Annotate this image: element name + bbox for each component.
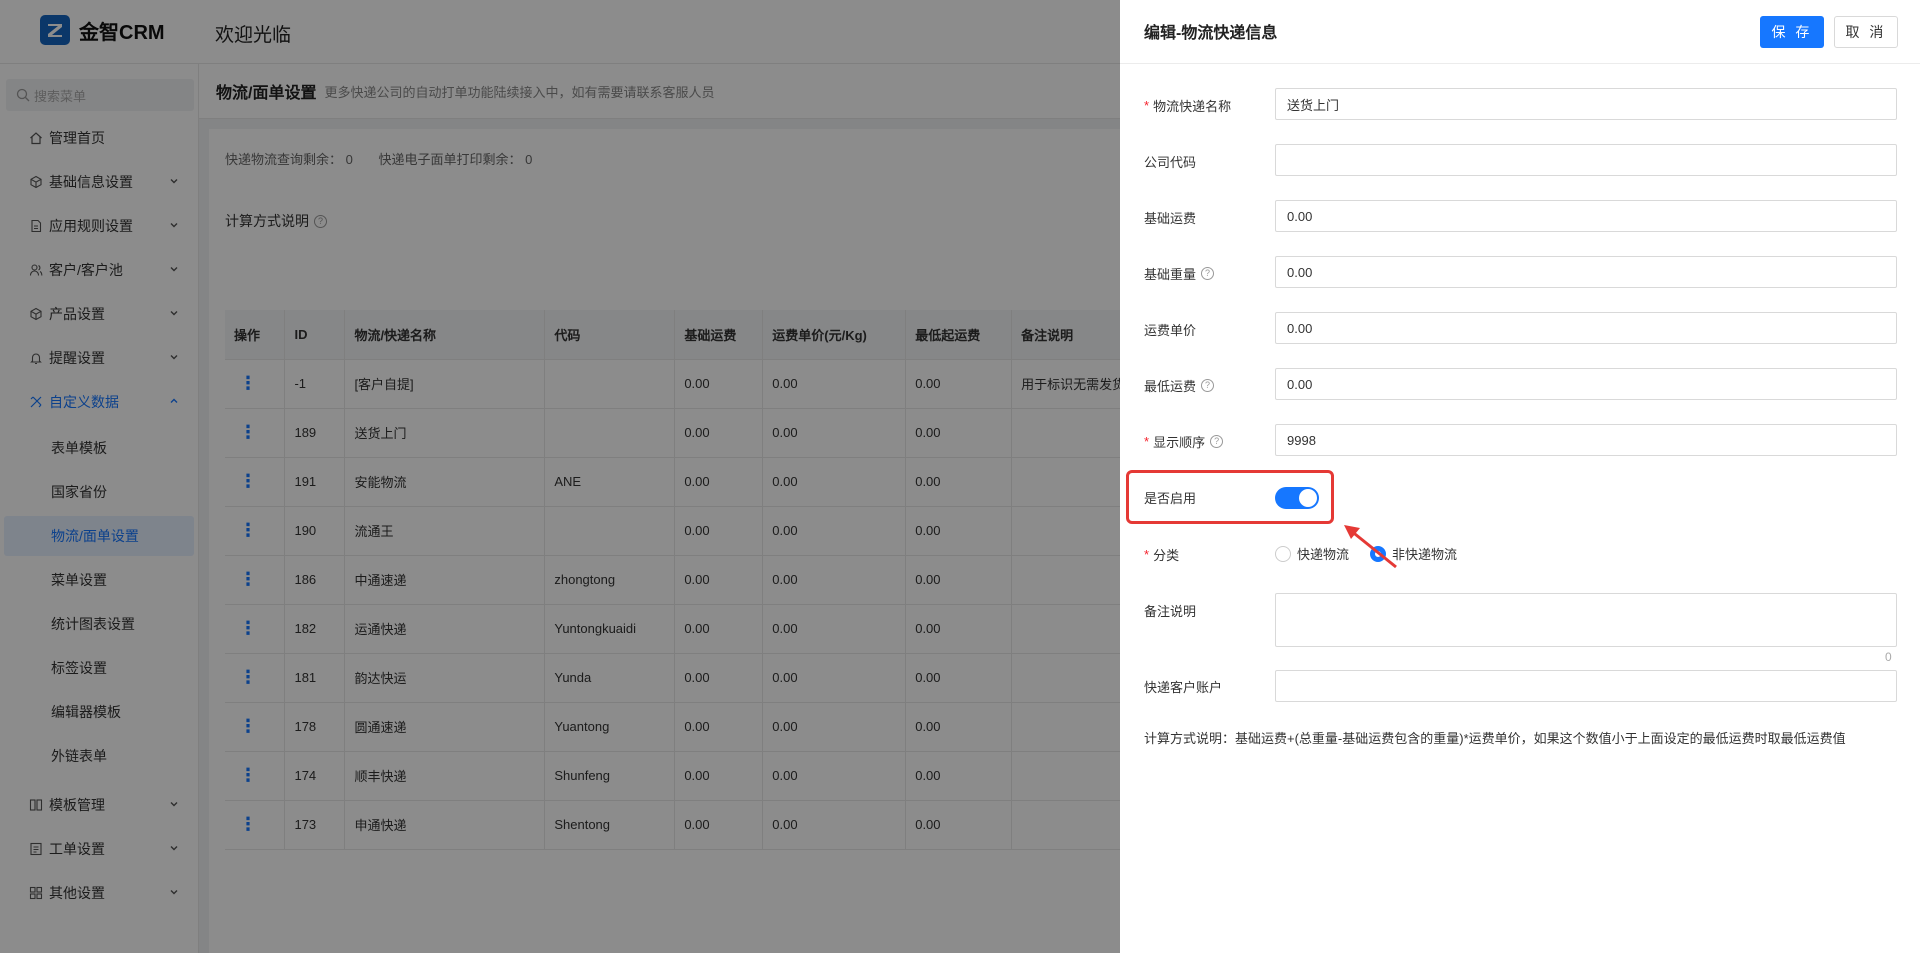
order-input[interactable]: 9998 [1275,424,1897,456]
code-input[interactable] [1275,144,1897,176]
base-weight-input[interactable]: 0.00 [1275,256,1897,288]
radio-circle [1275,545,1291,562]
name-label: * 物流快递名称 [1144,96,1231,115]
help-icon[interactable]: ? [1210,435,1224,448]
label-text: 是否启用 [1144,491,1197,506]
label-text: 显示顺序 [1153,435,1206,450]
min-fee-input[interactable]: 0.00 [1275,368,1897,400]
edit-drawer: 编辑-物流快递信息 保 存 取 消 * 物流快递名称 送货上门 公司代码 基础运费… [1120,0,1920,953]
required-mark: * [1144,98,1150,113]
save-button[interactable]: 保 存 [1760,16,1824,48]
label-text: 公司代码 [1144,155,1197,170]
category-label: * 分类 [1144,545,1179,564]
remark-textarea[interactable] [1275,593,1897,647]
code-label: 公司代码 [1144,152,1196,171]
enabled-label: 是否启用 [1144,488,1196,507]
unit-price-label: 运费单价 [1144,320,1196,339]
app-root: 金智CRM 欢迎光临 搜索菜单 管理首页 基础信息设置 应用规则设置 客户/客户… [0,0,1920,953]
order-label: * 显示顺序? [1144,432,1224,451]
remark-label: 备注说明 [1144,601,1196,620]
help-icon[interactable]: ? [1201,379,1215,392]
base-fee-label: 基础运费 [1144,208,1196,227]
account-label: 快递客户账户 [1144,677,1222,696]
name-input[interactable]: 送货上门 [1275,88,1897,120]
label-text: 基础重量 [1144,267,1197,282]
drawer-header: 编辑-物流快递信息 保 存 取 消 [1120,0,1920,64]
cancel-button[interactable]: 取 消 [1834,16,1898,48]
unit-price-input[interactable]: 0.00 [1275,312,1897,344]
calc-note: 计算方式说明：基础运费+(总重量-基础运费包含的重量)*运费单价，如果这个数值小… [1144,731,1846,746]
enabled-toggle[interactable] [1275,487,1319,509]
char-count: 0 [1885,650,1892,664]
toggle-knob [1299,489,1317,507]
label-text: 物流快递名称 [1153,99,1232,114]
modal-overlay[interactable] [0,0,1120,953]
label-text: 备注说明 [1144,604,1197,619]
required-mark: * [1144,547,1150,562]
account-input[interactable] [1275,670,1897,702]
help-icon[interactable]: ? [1201,267,1215,280]
label-text: 分类 [1153,548,1180,563]
drawer-title: 编辑-物流快递信息 [1144,25,1278,42]
label-text: 基础运费 [1144,211,1197,226]
label-text: 运费单价 [1144,323,1197,338]
label-text: 快递客户账户 [1144,680,1223,695]
base-fee-input[interactable]: 0.00 [1275,200,1897,232]
label-text: 最低运费 [1144,379,1197,394]
red-arrow-annotation [1344,525,1397,569]
radio-label: 非快递物流 [1392,547,1458,562]
base-weight-label: 基础重量? [1144,264,1215,283]
min-fee-label: 最低运费? [1144,376,1215,395]
required-mark: * [1144,434,1150,449]
radio-express[interactable]: 快递物流 [1275,544,1349,563]
